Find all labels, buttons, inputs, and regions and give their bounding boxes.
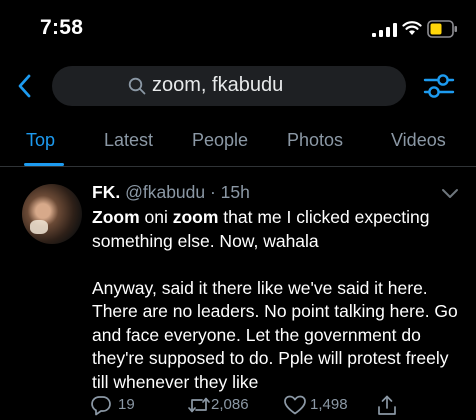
tab-videos[interactable]: Videos [391,130,446,151]
author-name[interactable]: FK. [92,182,120,202]
tab-people[interactable]: People [192,130,248,151]
retweet-count: 2,086 [211,396,249,413]
chevron-left-icon[interactable] [14,72,36,100]
search-query: zoom, fkabudu [152,74,284,96]
tab-top[interactable]: Top [26,130,55,151]
tweet-actions: 19 2,086 1,498 [0,392,476,420]
tweet[interactable]: FK. @fkabudu · 15h Zoom oni zoom that me… [0,170,476,420]
filter-sliders-icon[interactable] [422,70,456,102]
share-icon [378,395,396,415]
tweet-text: Zoom oni zoom that me I clicked expectin… [92,206,464,394]
search-icon [128,77,146,95]
search-tabs: Top Latest People Photos Videos [0,118,476,167]
search-input[interactable]: zoom, fkabudu [52,66,406,106]
reply-button[interactable]: 19 [90,392,150,418]
author-handle-time: @fkabudu · 15h [125,182,250,202]
tweet-text-highlight: Zoom [92,207,140,227]
reply-count: 19 [118,396,135,413]
status-time: 7:58 [40,16,84,39]
wifi-icon [402,21,422,35]
avatar[interactable] [22,184,82,244]
tweet-text-segment: oni [139,207,173,227]
retweet-button[interactable]: 2,086 [187,392,267,418]
active-tab-indicator [24,163,64,166]
heart-icon [284,395,306,415]
status-bar: 7:58 [0,0,476,62]
battery-icon [427,20,457,38]
retweet-icon [188,397,210,413]
like-count: 1,498 [310,396,348,413]
tab-latest[interactable]: Latest [104,130,153,151]
share-button[interactable] [376,392,400,418]
tab-photos[interactable]: Photos [287,130,343,151]
like-button[interactable]: 1,498 [283,392,363,418]
chevron-down-icon[interactable] [441,188,459,200]
tweet-text-segment: that me I clicked expecting something el… [92,207,458,392]
reply-icon [91,396,111,416]
cellular-signal-icon [372,23,397,37]
search-header: zoom, fkabudu [0,62,476,110]
tweet-author: FK. @fkabudu · 15h [92,182,250,203]
tweet-text-highlight: zoom [172,207,219,227]
